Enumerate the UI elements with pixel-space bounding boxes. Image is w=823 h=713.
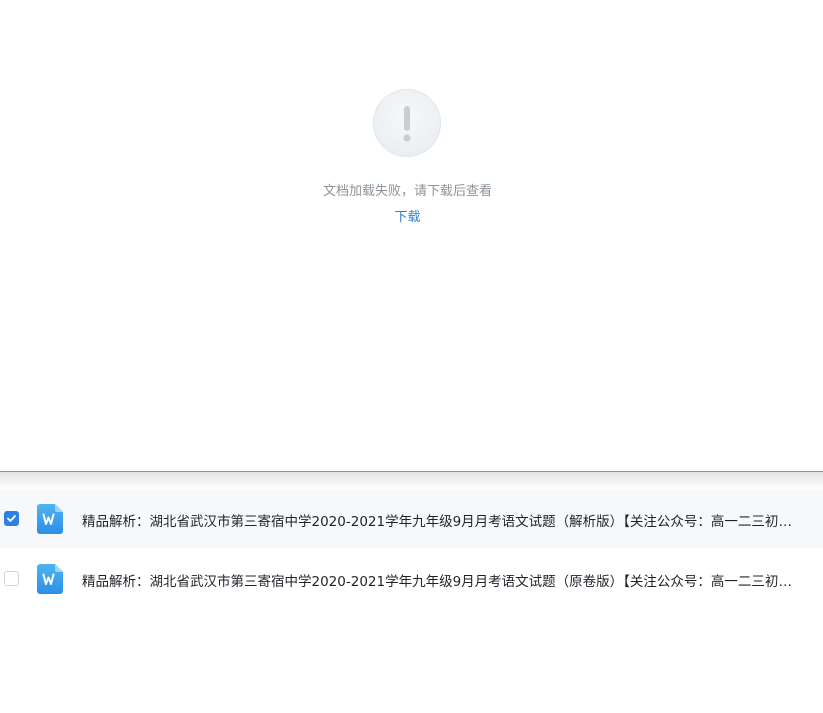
document-preview-area: 文档加载失败，请下载后查看 下载 (0, 0, 823, 471)
download-link[interactable]: 下载 (0, 206, 815, 225)
file-checkbox[interactable] (4, 571, 19, 586)
file-checkbox[interactable] (4, 511, 19, 526)
exclamation-icon (373, 89, 441, 157)
word-doc-icon (37, 504, 63, 534)
word-doc-icon (37, 564, 63, 594)
file-list: 精品解析：湖北省武汉市第三寄宿中学2020-2021学年九年级9月月考语文试题（… (0, 490, 823, 608)
checkmark-icon (7, 515, 16, 522)
file-row[interactable]: 精品解析：湖北省武汉市第三寄宿中学2020-2021学年九年级9月月考语文试题（… (0, 550, 823, 608)
file-row[interactable]: 精品解析：湖北省武汉市第三寄宿中学2020-2021学年九年级9月月考语文试题（… (0, 490, 823, 548)
file-name[interactable]: 精品解析：湖北省武汉市第三寄宿中学2020-2021学年九年级9月月考语文试题（… (82, 510, 797, 530)
error-message: 文档加载失败，请下载后查看 (322, 184, 492, 199)
file-name[interactable]: 精品解析：湖北省武汉市第三寄宿中学2020-2021学年九年级9月月考语文试题（… (82, 570, 797, 590)
